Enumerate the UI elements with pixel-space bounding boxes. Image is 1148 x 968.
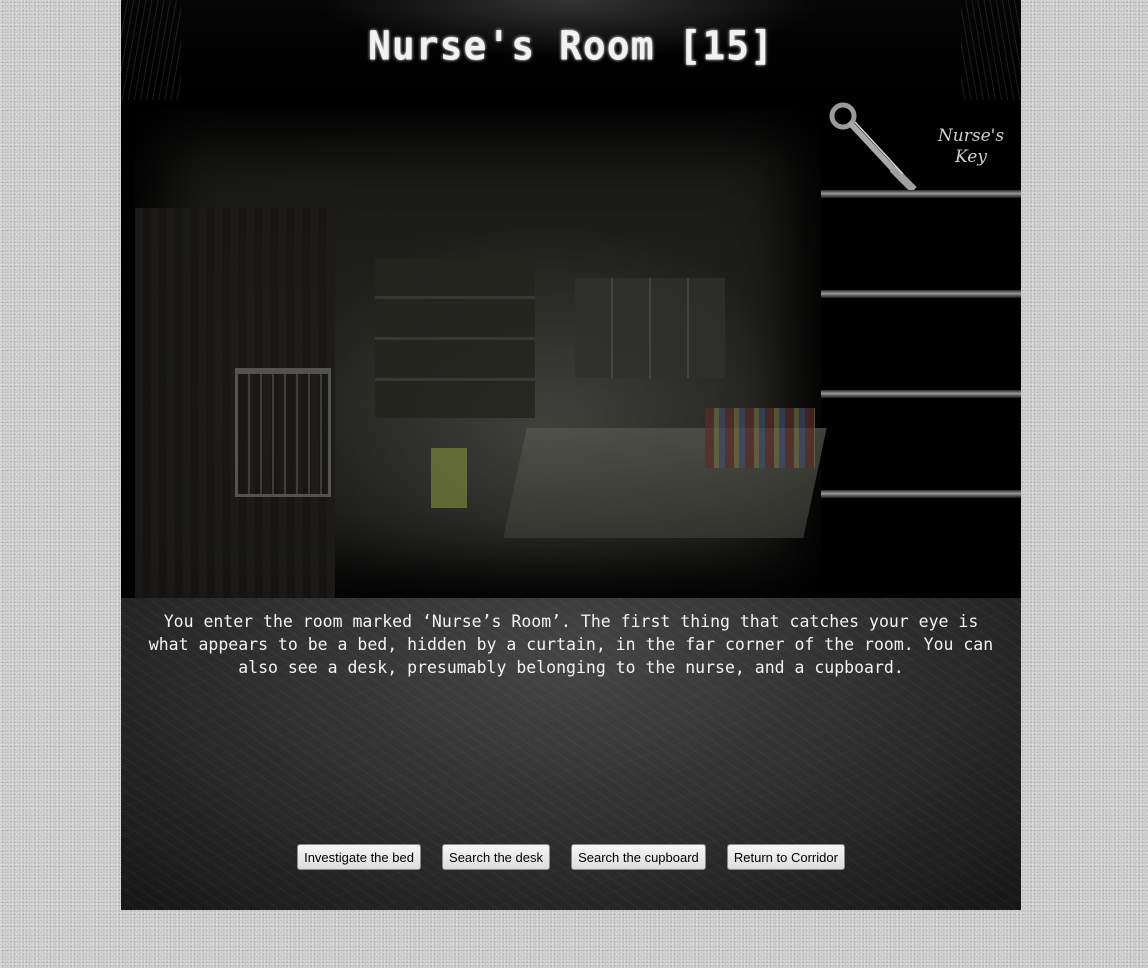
inventory-slot-2[interactable] bbox=[821, 198, 1021, 298]
inventory-slot-1[interactable]: Nurse's Key bbox=[821, 98, 1021, 198]
room-title: Nurse's Room [15] bbox=[368, 22, 774, 70]
return-to-corridor-button[interactable]: Return to Corridor bbox=[726, 844, 845, 870]
shelves bbox=[375, 258, 535, 418]
inventory-shelf bbox=[821, 190, 1021, 198]
inventory-slot-3[interactable] bbox=[821, 298, 1021, 398]
investigate-bed-button[interactable]: Investigate the bed bbox=[297, 844, 421, 870]
action-bar: Investigate the bed Search the desk Sear… bbox=[121, 844, 1021, 870]
key-icon bbox=[829, 102, 917, 193]
inventory-item-label: Nurse's Key bbox=[937, 126, 1005, 167]
search-cupboard-button[interactable]: Search the cupboard bbox=[571, 844, 706, 870]
cupboard bbox=[575, 278, 725, 378]
inventory-slot-5[interactable] bbox=[821, 498, 1021, 598]
inventory-shelf bbox=[821, 390, 1021, 398]
room-description: You enter the room marked ‘Nurse’s Room’… bbox=[148, 612, 994, 677]
search-desk-button[interactable]: Search the desk bbox=[442, 844, 550, 870]
inventory-slot-4[interactable] bbox=[821, 398, 1021, 498]
floor-mat bbox=[431, 448, 467, 508]
binders bbox=[705, 408, 815, 468]
inventory-shelf bbox=[821, 290, 1021, 298]
chalkboard-panel: You enter the room marked ‘Nurse’s Room’… bbox=[121, 598, 1021, 910]
room-scene-image bbox=[135, 108, 827, 598]
header: Nurse's Room [15] bbox=[121, 0, 1021, 100]
game-frame: Nurse's Room [15] Nurse's Key You enter … bbox=[121, 0, 1021, 910]
inventory-shelf bbox=[821, 490, 1021, 498]
bed-frame bbox=[235, 368, 331, 497]
inventory-panel: Nurse's Key bbox=[821, 98, 1021, 598]
